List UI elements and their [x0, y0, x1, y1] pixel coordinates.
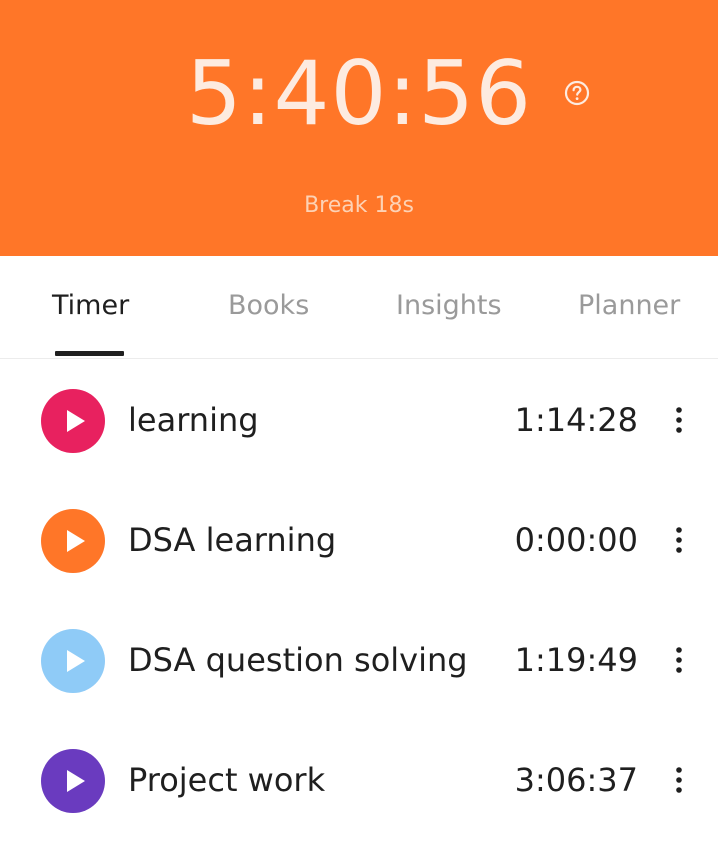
task-name: DSA learning: [128, 521, 337, 559]
active-tab-indicator: [55, 351, 124, 356]
tab-bar: Timer Books Insights Planner: [0, 256, 718, 359]
tab-timer[interactable]: Timer: [52, 290, 129, 322]
task-time: 0:00:00: [514, 521, 638, 559]
tab-planner[interactable]: Planner: [578, 290, 680, 322]
task-row[interactable]: Project work 3:06:37: [0, 720, 718, 840]
tab-insights[interactable]: Insights: [396, 290, 502, 322]
more-vertical-icon[interactable]: [670, 405, 688, 435]
play-icon: [67, 530, 85, 552]
play-button[interactable]: [41, 629, 105, 693]
play-button[interactable]: [41, 509, 105, 573]
task-row[interactable]: DSA question solving 1:19:49: [0, 600, 718, 720]
task-row[interactable]: learning 1:14:28: [0, 360, 718, 480]
task-name: learning: [128, 401, 259, 439]
play-icon: [67, 650, 85, 672]
more-vertical-icon[interactable]: [670, 765, 688, 795]
play-icon: [67, 770, 85, 792]
more-vertical-icon[interactable]: [670, 645, 688, 675]
play-button[interactable]: [41, 749, 105, 813]
task-name: DSA question solving: [128, 641, 468, 679]
play-icon: [67, 410, 85, 432]
more-vertical-icon[interactable]: [670, 525, 688, 555]
task-row[interactable]: DSA learning 0:00:00: [0, 480, 718, 600]
tab-books[interactable]: Books: [228, 290, 309, 322]
task-name: Project work: [128, 761, 326, 799]
play-button[interactable]: [41, 389, 105, 453]
timer-display: 5:40:56: [185, 42, 533, 145]
timer-header: 5:40:56 Break 18s: [0, 0, 718, 256]
task-time: 1:19:49: [514, 641, 638, 679]
break-label: Break 18s: [304, 193, 414, 218]
task-time: 3:06:37: [514, 761, 638, 799]
help-circle-icon[interactable]: [564, 80, 590, 106]
task-time: 1:14:28: [514, 401, 638, 439]
